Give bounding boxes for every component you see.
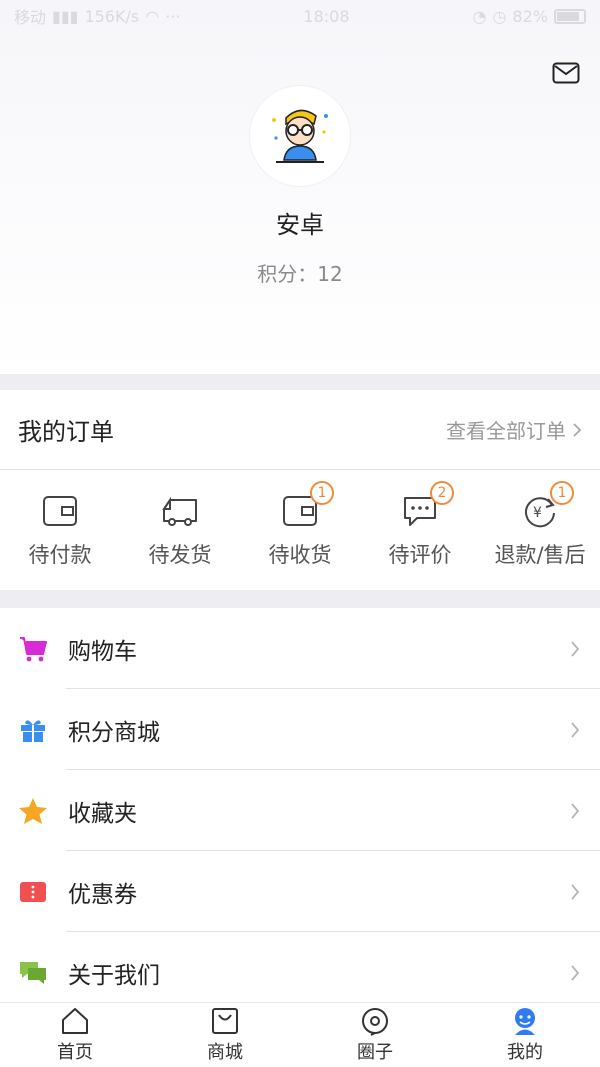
avatar-image	[272, 109, 328, 163]
order-pending-review[interactable]: 2 待评价	[360, 470, 480, 590]
clock: 18:08	[303, 6, 350, 26]
cart-icon	[18, 634, 48, 664]
order-status-row: 待付款 待发货 1 待收货 2 待评价 ¥ 1 退款/售后	[0, 470, 600, 590]
username: 安卓	[276, 211, 324, 239]
order-label: 退款/售后	[494, 543, 586, 567]
chevron-right-icon	[573, 422, 582, 437]
star-icon	[18, 796, 48, 826]
menu-item-points-mall[interactable]: 积分商城	[0, 689, 600, 770]
bag-icon	[212, 1008, 238, 1034]
chevron-right-icon	[571, 802, 580, 819]
section-divider	[0, 374, 600, 390]
battery-icon	[553, 8, 586, 24]
menu-item-about-us[interactable]: 关于我们	[0, 932, 600, 1013]
network-speed: 156K/s	[84, 6, 140, 26]
truck-icon	[160, 491, 200, 531]
signal-icon: ▮▮▮	[52, 6, 79, 26]
refund-icon: ¥ 1	[520, 481, 574, 531]
order-label: 待付款	[28, 543, 92, 567]
order-badge: 2	[430, 481, 454, 505]
tab-mall[interactable]: 商城	[150, 1003, 300, 1067]
coupon-icon	[18, 877, 48, 907]
menu-list: 购物车 积分商城 收藏夹 优惠券 关于我们	[0, 608, 600, 1002]
menu-item-coupons[interactable]: 优惠券	[0, 851, 600, 932]
chevron-right-icon	[571, 883, 580, 900]
menu-item-favorites[interactable]: 收藏夹	[0, 770, 600, 851]
status-right: ◔ ◷ 82%	[472, 7, 586, 26]
menu-item-cart[interactable]: 购物车	[0, 608, 600, 689]
tab-label: 首页	[57, 1042, 93, 1063]
carrier-label: 移动	[14, 8, 47, 27]
chevron-right-icon	[571, 640, 580, 657]
view-all-orders-label: 查看全部订单	[446, 419, 566, 443]
mail-icon[interactable]	[552, 60, 580, 86]
home-icon	[62, 1008, 88, 1034]
more-icon: ···	[165, 6, 181, 26]
orders-header: 我的订单 查看全部订单	[0, 390, 600, 470]
order-badge: 1	[550, 481, 574, 505]
menu-item-label: 积分商城	[68, 719, 160, 746]
order-refund[interactable]: ¥ 1 退款/售后	[480, 470, 600, 590]
order-pending-receipt[interactable]: 1 待收货	[240, 470, 360, 590]
order-label: 待发货	[148, 543, 212, 567]
menu-item-label: 收藏夹	[68, 800, 137, 827]
wallet-icon	[40, 491, 80, 531]
orders-section: 我的订单 查看全部订单 待付款 待发货 1 待收货 2 待评价 ¥ 1 退款/售…	[0, 390, 600, 590]
order-pending-shipment[interactable]: 待发货	[120, 470, 240, 590]
user-icon	[515, 1008, 535, 1035]
gift-icon	[18, 715, 48, 745]
chevron-right-icon	[571, 721, 580, 738]
circle-icon	[362, 1008, 388, 1036]
status-bar: 移动 ▮▮▮ 156K/s ◠ ··· 18:08 ◔ ◷ 82%	[0, 0, 600, 32]
tab-mine[interactable]: 我的	[450, 1003, 600, 1067]
tab-home[interactable]: 首页	[0, 1003, 150, 1067]
status-left: 移动 ▮▮▮ 156K/s ◠ ···	[14, 4, 180, 28]
menu-item-label: 优惠券	[68, 881, 137, 908]
svg-text:¥: ¥	[533, 505, 542, 521]
chevron-right-icon	[571, 964, 580, 981]
menu-item-label: 关于我们	[68, 962, 160, 989]
order-pending-payment[interactable]: 待付款	[0, 470, 120, 590]
tab-circle[interactable]: 圈子	[300, 1003, 450, 1067]
orders-title: 我的订单	[18, 418, 114, 446]
view-all-orders-link[interactable]: 查看全部订单	[446, 415, 582, 444]
avatar[interactable]	[250, 86, 350, 186]
tab-label: 商城	[207, 1042, 243, 1063]
headset-icon: ◔	[472, 6, 487, 26]
profile-header: 安卓 积分：12	[0, 0, 600, 374]
alarm-icon: ◷	[492, 6, 507, 26]
points-label: 积分：12	[257, 262, 343, 286]
tab-label: 圈子	[357, 1042, 393, 1063]
order-label: 待收货	[268, 543, 332, 567]
section-divider	[0, 590, 600, 608]
profile-page: 安卓 积分：12 我的订单 查看全部订单 待付款 待发货 1 待收货 2 待评价…	[0, 0, 600, 1067]
tab-bar: 首页 商城 圈子 我的	[0, 1002, 600, 1067]
order-badge: 1	[310, 481, 334, 505]
wallet-icon: 1	[280, 481, 334, 531]
tab-label: 我的	[507, 1042, 543, 1063]
order-label: 待评价	[388, 543, 452, 567]
chat-icon	[18, 958, 48, 988]
battery-percent: 82%	[512, 6, 548, 26]
comment-icon: 2	[400, 481, 454, 531]
wifi-icon: ◠	[145, 6, 160, 26]
menu-item-label: 购物车	[68, 638, 137, 665]
